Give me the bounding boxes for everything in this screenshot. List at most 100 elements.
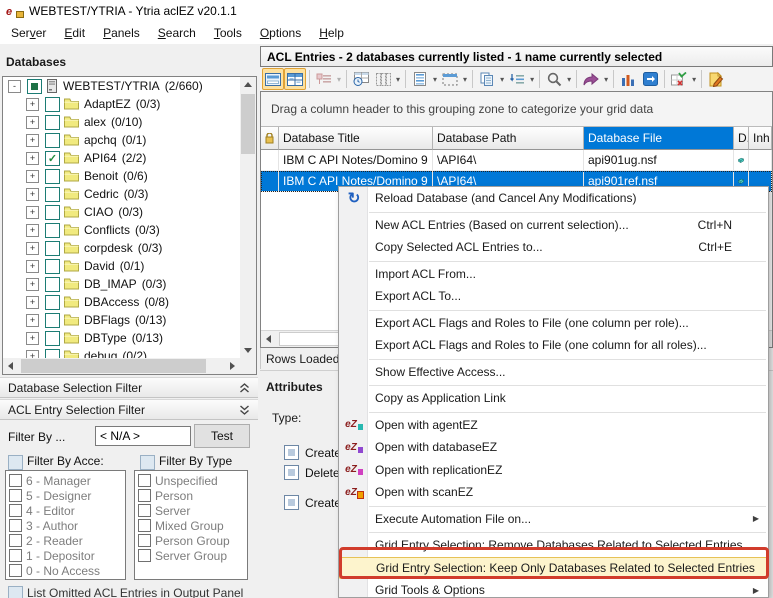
expand-icon[interactable]: + xyxy=(26,332,39,345)
tree-item[interactable]: + API64 (2/2) xyxy=(3,149,240,167)
tree-checkbox[interactable] xyxy=(45,241,60,256)
tree-item[interactable]: + alex (0/10) xyxy=(3,113,240,131)
selection-dropdown-icon[interactable]: ▾ xyxy=(461,75,469,84)
menubar-item[interactable]: Edit xyxy=(55,23,94,43)
tree-checkbox[interactable] xyxy=(45,187,60,202)
menu-item[interactable]: Grid Entry Selection: Keep Only Database… xyxy=(339,557,768,580)
goto-dropdown-icon[interactable]: ▾ xyxy=(528,75,536,84)
create-documents-checkbox[interactable] xyxy=(284,445,299,460)
grouping-button[interactable] xyxy=(313,68,335,90)
menu-item[interactable]: Open with databaseEZ ▶ xyxy=(339,436,768,459)
tree-horizontal-scrollbar[interactable] xyxy=(3,358,240,374)
menu-item[interactable]: Grid Entry Selection: Remove Databases R… xyxy=(339,534,768,557)
lock-column-header[interactable] xyxy=(261,127,279,150)
menu-item[interactable]: New ACL Entries (Based on current select… xyxy=(339,214,768,237)
tree-item[interactable]: + Conflicts (0/3) xyxy=(3,221,240,239)
tree-item[interactable]: + DBType (0/13) xyxy=(3,329,240,347)
filter-by-type-checkbox[interactable] xyxy=(140,455,155,470)
tree-checkbox[interactable] xyxy=(45,331,60,346)
scroll-left-icon[interactable] xyxy=(8,362,13,370)
column-header-database-file[interactable]: Database File xyxy=(584,127,734,150)
type-option[interactable]: Server xyxy=(135,503,247,518)
access-option[interactable]: 2 - Reader xyxy=(6,533,125,548)
tree-checkbox[interactable] xyxy=(45,205,60,220)
rows-dropdown-icon[interactable]: ▾ xyxy=(431,75,439,84)
type-option[interactable]: Unspecified xyxy=(135,473,247,488)
checkbox[interactable] xyxy=(9,534,22,547)
tree-item[interactable]: + AdaptEZ (0/3) xyxy=(3,95,240,113)
copy-button[interactable] xyxy=(476,68,498,90)
checkbox[interactable] xyxy=(9,489,22,502)
tree-item[interactable]: + debug (0/2) xyxy=(3,347,240,358)
scroll-up-icon[interactable] xyxy=(244,82,252,87)
columns-dropdown-icon[interactable]: ▾ xyxy=(394,75,402,84)
filter-value-input[interactable] xyxy=(95,426,191,446)
checkbox[interactable] xyxy=(138,489,151,502)
tree-item[interactable]: + Cedric (0/3) xyxy=(3,185,240,203)
create-personal-checkbox[interactable] xyxy=(284,495,299,510)
access-option[interactable]: 1 - Depositor xyxy=(6,548,125,563)
tree-checkbox[interactable] xyxy=(45,277,60,292)
edit-document-button[interactable] xyxy=(705,68,727,90)
search-dropdown-icon[interactable]: ▾ xyxy=(565,75,573,84)
menu-item[interactable]: Execute Automation File on... ▶ xyxy=(339,508,768,531)
entry-type-listbox[interactable]: Unspecified Person Server Mixed Group Pe… xyxy=(134,470,248,580)
export-dropdown-icon[interactable]: ▾ xyxy=(602,75,610,84)
tree-checkbox[interactable] xyxy=(45,169,60,184)
filter-by-access-checkbox[interactable] xyxy=(8,455,23,470)
tree-item[interactable]: + David (0/1) xyxy=(3,257,240,275)
expand-icon[interactable]: + xyxy=(26,350,39,359)
type-option[interactable]: Person xyxy=(135,488,247,503)
collapse-chevron-up-icon[interactable] xyxy=(239,383,250,393)
type-option[interactable]: Person Group xyxy=(135,533,247,548)
menu-item[interactable]: Copy Selected ACL Entries to... Ctrl+E ▶ xyxy=(339,236,768,259)
tree-item[interactable]: + DBAccess (0/8) xyxy=(3,293,240,311)
sync-button[interactable] xyxy=(639,68,661,90)
tree-checkbox[interactable] xyxy=(45,115,60,130)
menubar-item[interactable]: Search xyxy=(149,23,205,43)
expand-icon[interactable]: + xyxy=(26,260,39,273)
menu-item[interactable]: Open with scanEZ ▶ xyxy=(339,481,768,504)
checkbox[interactable] xyxy=(9,564,22,577)
table-row[interactable]: IBM C API Notes/Domino 9 \API64\ api901u… xyxy=(261,150,772,171)
grouping-zone[interactable]: Drag a column header to this grouping zo… xyxy=(261,92,772,127)
menubar-item[interactable]: Tools xyxy=(205,23,251,43)
check-uncheck-button[interactable] xyxy=(668,68,690,90)
tree-checkbox[interactable] xyxy=(27,79,42,94)
checkbox[interactable] xyxy=(9,519,22,532)
menu-item[interactable]: Open with agentEZ ▶ xyxy=(339,414,768,437)
expand-icon[interactable]: + xyxy=(26,224,39,237)
acl-entry-selection-filter-bar[interactable]: ACL Entry Selection Filter xyxy=(0,399,258,420)
delete-documents-checkbox[interactable] xyxy=(284,465,299,480)
grouping-dropdown-icon[interactable]: ▾ xyxy=(335,75,343,84)
menu-item[interactable]: Export ACL Flags and Roles to File (one … xyxy=(339,312,768,335)
columns-button[interactable] xyxy=(372,68,394,90)
tree-checkbox[interactable] xyxy=(45,97,60,112)
flat-view-button[interactable] xyxy=(262,68,284,90)
scroll-down-icon[interactable] xyxy=(244,348,252,353)
tree-item[interactable]: + corpdesk (0/3) xyxy=(3,239,240,257)
expand-icon[interactable]: + xyxy=(26,152,39,165)
rows-button[interactable] xyxy=(409,68,431,90)
tree-item[interactable]: + DB_IMAP (0/3) xyxy=(3,275,240,293)
database-selection-filter-bar[interactable]: Database Selection Filter xyxy=(0,377,258,398)
menu-item[interactable]: Export ACL Flags and Roles to File (one … xyxy=(339,334,768,357)
menu-item[interactable]: Reload Database (and Cancel Any Modifica… xyxy=(339,187,768,210)
check-uncheck-dropdown-icon[interactable]: ▾ xyxy=(690,75,698,84)
tree-checkbox[interactable] xyxy=(45,151,60,166)
tree-item[interactable]: + CIAO (0/3) xyxy=(3,203,240,221)
expand-icon[interactable]: + xyxy=(26,170,39,183)
copy-dropdown-icon[interactable]: ▾ xyxy=(498,75,506,84)
list-omitted-checkbox[interactable] xyxy=(8,586,23,598)
access-option[interactable]: 4 - Editor xyxy=(6,503,125,518)
column-header-d[interactable]: D.. xyxy=(734,127,749,150)
menu-item[interactable]: Grid Tools & Options ▶ xyxy=(339,579,768,598)
scroll-right-icon[interactable] xyxy=(230,362,235,370)
goto-row-button[interactable] xyxy=(506,68,528,90)
test-button[interactable]: Test xyxy=(194,424,250,448)
expand-icon[interactable]: + xyxy=(26,296,39,309)
menu-item[interactable]: Export ACL To... ▶ xyxy=(339,285,768,308)
expand-icon[interactable]: + xyxy=(26,134,39,147)
expand-chevron-down-icon[interactable] xyxy=(239,405,250,415)
tree-checkbox[interactable] xyxy=(45,133,60,148)
